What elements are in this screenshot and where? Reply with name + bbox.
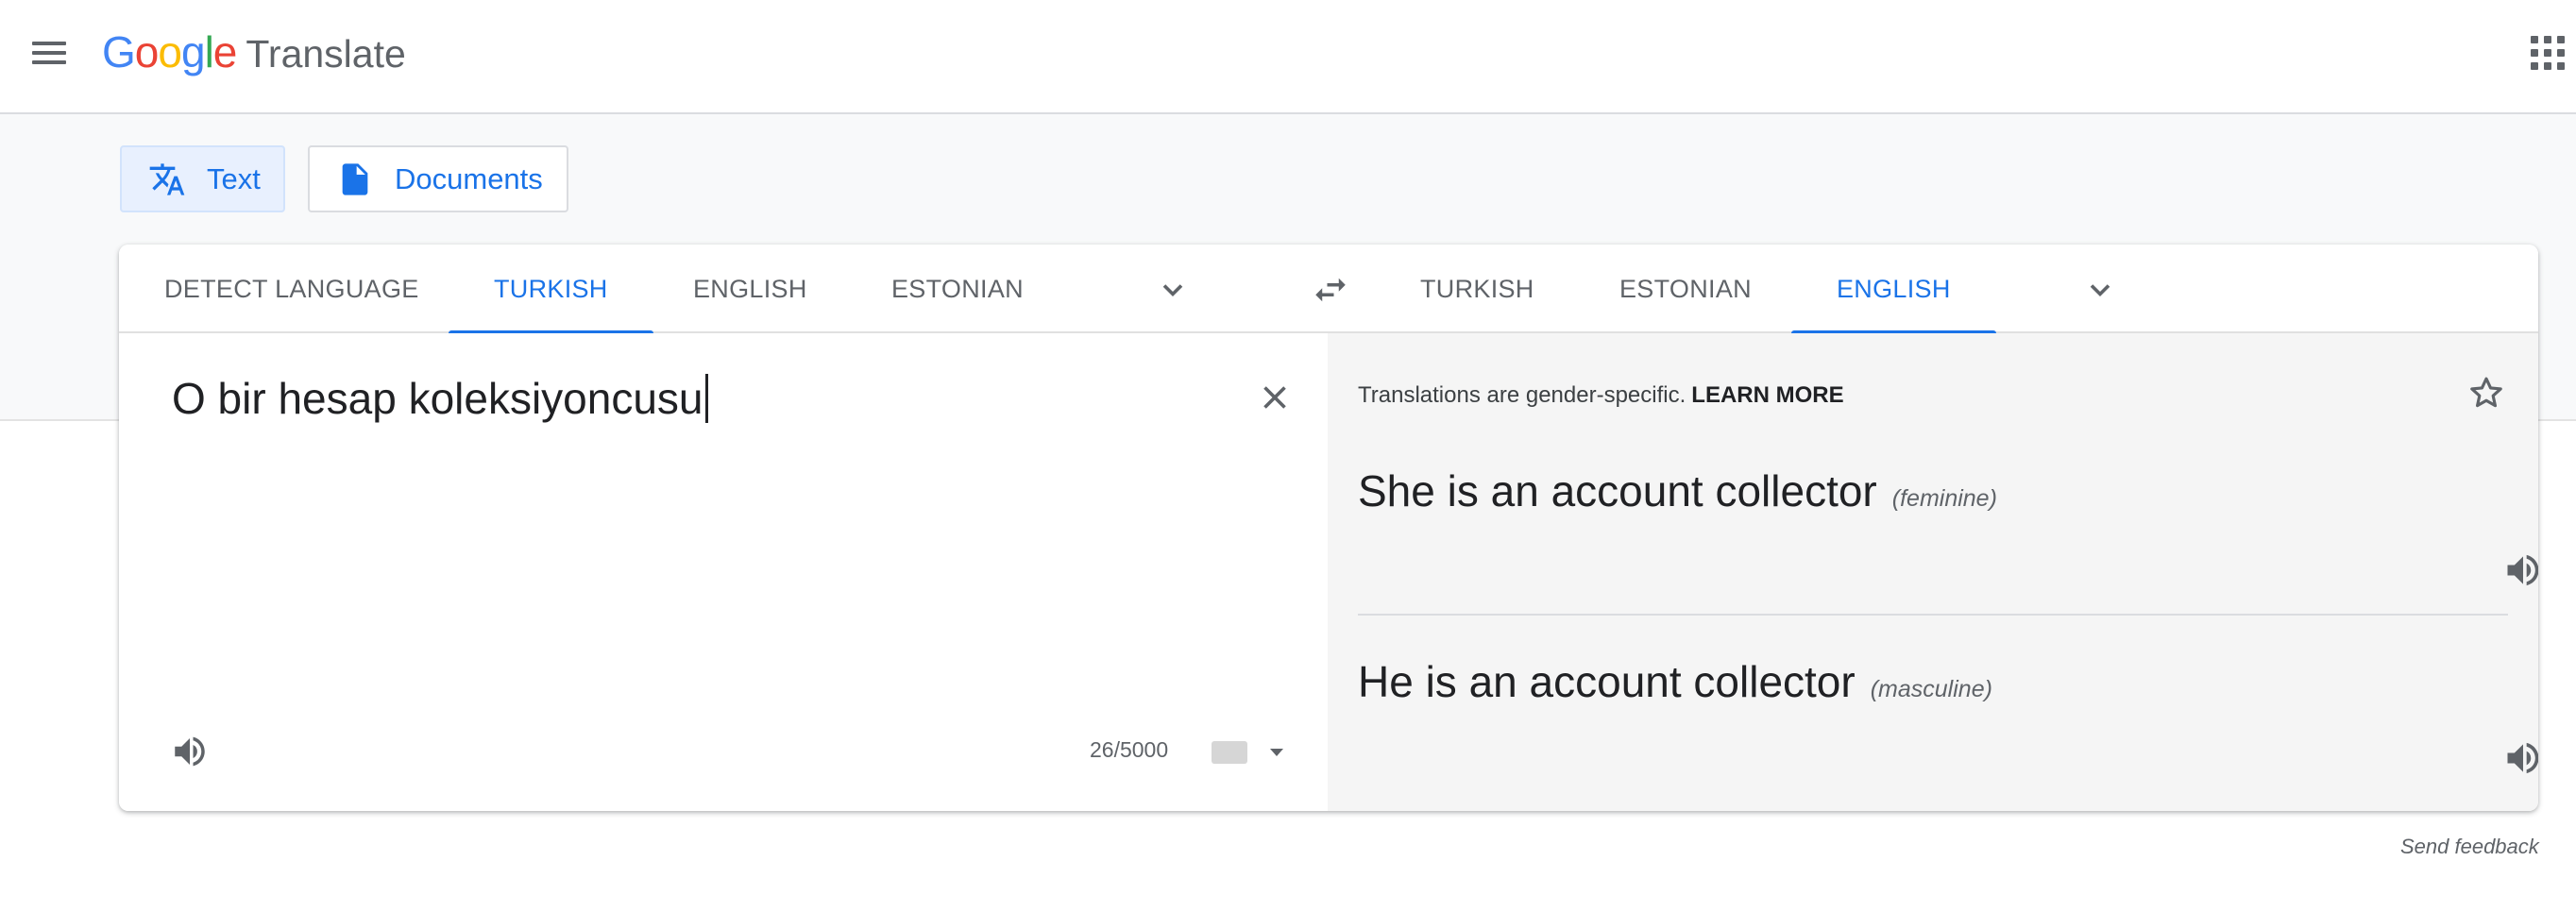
target-panel: Translations are gender-specific. LEARN M…	[1328, 333, 2538, 811]
tab-source-estonian[interactable]: ESTONIAN	[891, 245, 1024, 333]
listen-masculine-speaker-icon[interactable]	[2502, 737, 2538, 779]
listen-feminine-speaker-icon[interactable]	[2502, 549, 2538, 591]
documents-mode-button[interactable]: Documents	[308, 145, 568, 212]
apps-grid-icon[interactable]	[2531, 36, 2565, 70]
documents-mode-label: Documents	[395, 161, 543, 195]
tab-detect-language[interactable]: DETECT LANGUAGE	[164, 245, 419, 333]
source-text-value: O bir hesap koleksiyoncusu	[172, 374, 703, 423]
more-source-languages-chevron-icon[interactable]	[1156, 273, 1190, 307]
more-target-languages-chevron-icon[interactable]	[2083, 273, 2117, 307]
send-feedback-link[interactable]: Send feedback	[2400, 835, 2539, 859]
tab-target-english-label: ENGLISH	[1837, 274, 1951, 303]
listen-source-speaker-icon[interactable]	[170, 732, 210, 771]
learn-more-link[interactable]: LEARN MORE	[1691, 382, 1843, 408]
google-translate-logo[interactable]: Google Translate	[102, 26, 406, 79]
tab-target-english[interactable]: ENGLISH	[1791, 245, 1996, 335]
gender-notice: Translations are gender-specific. LEARN M…	[1358, 382, 1844, 409]
source-panel[interactable]: O bir hesap koleksiyoncusu 26/5000	[119, 333, 1328, 811]
top-app-bar: Google Translate	[0, 0, 2576, 114]
input-tools-dropdown-icon[interactable]	[1270, 749, 1283, 756]
hamburger-menu-icon[interactable]	[30, 36, 68, 70]
text-mode-button[interactable]: Text	[120, 145, 285, 212]
document-icon	[342, 162, 368, 195]
gender-label-masculine: (masculine)	[1870, 676, 1992, 702]
language-bar: DETECT LANGUAGE TURKISH ENGLISH ESTONIAN…	[119, 245, 2538, 335]
gender-label-feminine: (feminine)	[1891, 485, 1997, 512]
source-text-input[interactable]: O bir hesap koleksiyoncusu	[172, 373, 708, 424]
tab-target-turkish[interactable]: TURKISH	[1420, 245, 1534, 333]
product-name: Translate	[246, 32, 406, 76]
translation-masculine-text: He is an account collector	[1358, 657, 1856, 706]
keyboard-icon[interactable]	[1212, 741, 1247, 764]
translation-masculine: He is an account collector (masculine)	[1358, 656, 1992, 707]
character-count: 26/5000	[1090, 737, 1169, 762]
clear-source-close-icon[interactable]	[1258, 380, 1292, 414]
tab-source-english[interactable]: ENGLISH	[693, 245, 807, 333]
tab-source-turkish[interactable]: TURKISH	[449, 245, 653, 335]
translation-divider	[1358, 614, 2508, 616]
translation-feminine: She is an account collector (feminine)	[1358, 465, 1997, 516]
save-translation-star-icon[interactable]	[2466, 373, 2506, 413]
swap-languages-icon[interactable]	[1311, 270, 1350, 310]
google-wordmark: Google	[102, 27, 237, 76]
gender-notice-text: Translations are gender-specific.	[1358, 382, 1686, 408]
translation-card: DETECT LANGUAGE TURKISH ENGLISH ESTONIAN…	[119, 245, 2538, 811]
translation-feminine-text: She is an account collector	[1358, 466, 1877, 515]
text-cursor	[704, 374, 708, 423]
tab-source-turkish-label: TURKISH	[494, 274, 608, 303]
tab-target-estonian[interactable]: ESTONIAN	[1619, 245, 1752, 333]
translate-icon	[149, 162, 185, 195]
text-mode-label: Text	[207, 161, 261, 195]
